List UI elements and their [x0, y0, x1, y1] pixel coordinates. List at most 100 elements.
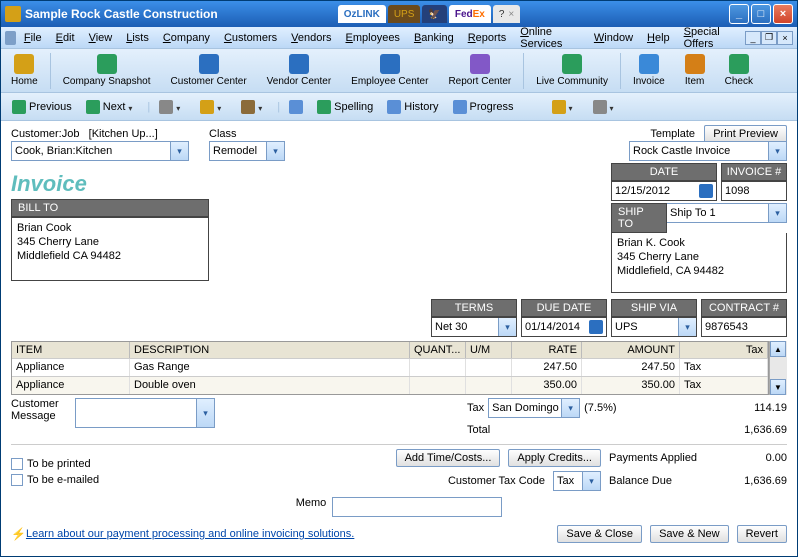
- shipto-box[interactable]: Brian K. Cook 345 Cherry Lane Middlefiel…: [611, 233, 787, 293]
- menu-banking[interactable]: Banking: [408, 30, 460, 46]
- minimize-button[interactable]: _: [729, 4, 749, 24]
- menu-vendors[interactable]: Vendors: [285, 30, 337, 46]
- contract-input[interactable]: 9876543: [701, 317, 787, 337]
- shipvia-combo[interactable]: UPS: [611, 317, 697, 337]
- tab-fedex[interactable]: FedEx: [449, 5, 491, 23]
- memo-input[interactable]: [332, 497, 502, 517]
- toolbar-live-community[interactable]: Live Community: [526, 52, 618, 89]
- toolbar-company-snapshot[interactable]: Company Snapshot: [53, 52, 161, 89]
- terms-combo[interactable]: Net 30: [431, 317, 517, 337]
- calendar-icon[interactable]: [699, 184, 713, 198]
- tab-ozlink[interactable]: OzLINK: [338, 5, 386, 23]
- history-button[interactable]: History: [382, 98, 443, 116]
- menu-view[interactable]: View: [83, 30, 119, 46]
- chevron-down-icon[interactable]: [196, 399, 214, 427]
- toolbar-home[interactable]: Home: [1, 52, 48, 89]
- find-button[interactable]: [284, 98, 308, 116]
- chevron-down-icon[interactable]: [678, 318, 696, 336]
- custmsg-combo[interactable]: [75, 398, 215, 428]
- menu-special-offers[interactable]: Special Offers: [678, 24, 743, 52]
- toolbar-employee-center[interactable]: Employee Center: [341, 52, 438, 89]
- menu-reports[interactable]: Reports: [462, 30, 513, 46]
- addtime-button[interactable]: Add Time/Costs...: [396, 449, 501, 467]
- toolbar-invoice[interactable]: Invoice: [623, 52, 675, 89]
- billto-box[interactable]: Brian Cook 345 Cherry Lane Middlefield C…: [11, 217, 209, 281]
- bolt-icon: ⚡: [11, 527, 26, 541]
- custtax-combo[interactable]: Tax: [553, 471, 601, 491]
- table-row[interactable]: ApplianceDouble oven350.00350.00Tax: [12, 376, 768, 394]
- memo-label: Memo: [296, 497, 327, 517]
- toolbar-customer-center[interactable]: Customer Center: [161, 52, 257, 89]
- email-dropdown[interactable]: [195, 98, 232, 116]
- tax-item-combo[interactable]: San Domingo: [488, 398, 580, 418]
- terms-header: TERMS: [431, 299, 517, 317]
- menu-edit[interactable]: Edit: [50, 30, 81, 46]
- customer-center-icon: [199, 54, 219, 74]
- chevron-down-icon[interactable]: [768, 142, 786, 160]
- chevron-down-icon[interactable]: [561, 399, 579, 417]
- previous-button[interactable]: Previous: [7, 98, 77, 116]
- toolbar-report-center[interactable]: Report Center: [438, 52, 521, 89]
- calendar-icon[interactable]: [589, 320, 603, 334]
- chevron-down-icon[interactable]: [170, 142, 188, 160]
- saveclose-button[interactable]: Save & Close: [557, 525, 642, 543]
- spelling-button[interactable]: Spelling: [312, 98, 378, 116]
- company-snapshot-icon: [97, 54, 117, 74]
- customer-combo[interactable]: Cook, Brian:Kitchen: [11, 141, 189, 161]
- applycredits-button[interactable]: Apply Credits...: [508, 449, 601, 467]
- close-button[interactable]: ×: [773, 4, 793, 24]
- chevron-down-icon[interactable]: [266, 142, 284, 160]
- table-row[interactable]: ApplianceGas Range247.50247.50Tax: [12, 358, 768, 376]
- next-button[interactable]: Next: [81, 98, 144, 116]
- scrollbar[interactable]: ▲ ▼: [769, 341, 787, 395]
- tab-usps[interactable]: 🦅: [422, 5, 446, 23]
- scroll-down-icon[interactable]: ▼: [770, 379, 786, 395]
- tab-ups[interactable]: UPS: [388, 5, 421, 23]
- chevron-down-icon[interactable]: [768, 204, 786, 222]
- template-combo[interactable]: Rock Castle Invoice: [629, 141, 787, 161]
- ship-dropdown[interactable]: [236, 98, 273, 116]
- tobeemailed-checkbox[interactable]: [11, 474, 23, 486]
- customize-dropdown[interactable]: [588, 98, 625, 116]
- toolbar-check[interactable]: Check: [715, 52, 763, 89]
- mdi-minimize[interactable]: _: [745, 31, 761, 45]
- menu-online-services[interactable]: Online Services: [514, 24, 586, 52]
- maximize-button[interactable]: □: [751, 4, 771, 24]
- date-input[interactable]: 12/15/2012: [611, 181, 717, 201]
- toolbar-vendor-center[interactable]: Vendor Center: [257, 52, 342, 89]
- toolbar-item[interactable]: Item: [675, 52, 715, 89]
- shipto-combo[interactable]: Ship To 1: [667, 203, 787, 223]
- chevron-down-icon[interactable]: [582, 472, 600, 490]
- col-quant: QUANT...: [410, 342, 466, 358]
- progress-button[interactable]: Progress: [448, 98, 519, 116]
- menu-icon: [5, 31, 16, 45]
- duedate-input[interactable]: 01/14/2014: [521, 317, 607, 337]
- mdi-close[interactable]: ×: [777, 31, 793, 45]
- mdi-restore[interactable]: ❐: [761, 31, 777, 45]
- tab-help[interactable]: ?: [493, 5, 520, 23]
- letters-dropdown[interactable]: [547, 98, 584, 116]
- app-icon: [5, 6, 21, 22]
- scroll-up-icon[interactable]: ▲: [770, 341, 786, 357]
- chevron-down-icon[interactable]: [498, 318, 516, 336]
- learn-link[interactable]: Learn about our payment processing and o…: [26, 528, 354, 540]
- titlebar-tabs: OzLINK UPS 🦅 FedEx ?: [338, 5, 521, 23]
- print-dropdown[interactable]: [154, 98, 191, 116]
- tax-label: Tax: [467, 402, 484, 414]
- savenew-button[interactable]: Save & New: [650, 525, 729, 543]
- revert-button[interactable]: Revert: [737, 525, 787, 543]
- report-center-icon: [470, 54, 490, 74]
- menu-customers[interactable]: Customers: [218, 30, 283, 46]
- menu-file[interactable]: File: [18, 30, 48, 46]
- tobeprinted-checkbox[interactable]: [11, 458, 23, 470]
- menu-employees[interactable]: Employees: [340, 30, 406, 46]
- menu-help[interactable]: Help: [641, 30, 676, 46]
- contract-header: CONTRACT #: [701, 299, 787, 317]
- duedate-header: DUE DATE: [521, 299, 607, 317]
- class-combo[interactable]: Remodel: [209, 141, 285, 161]
- menu-company[interactable]: Company: [157, 30, 216, 46]
- invnum-input[interactable]: 1098: [721, 181, 787, 201]
- menu-lists[interactable]: Lists: [120, 30, 155, 46]
- customer-label: Customer:Job: [11, 128, 79, 140]
- menu-window[interactable]: Window: [588, 30, 639, 46]
